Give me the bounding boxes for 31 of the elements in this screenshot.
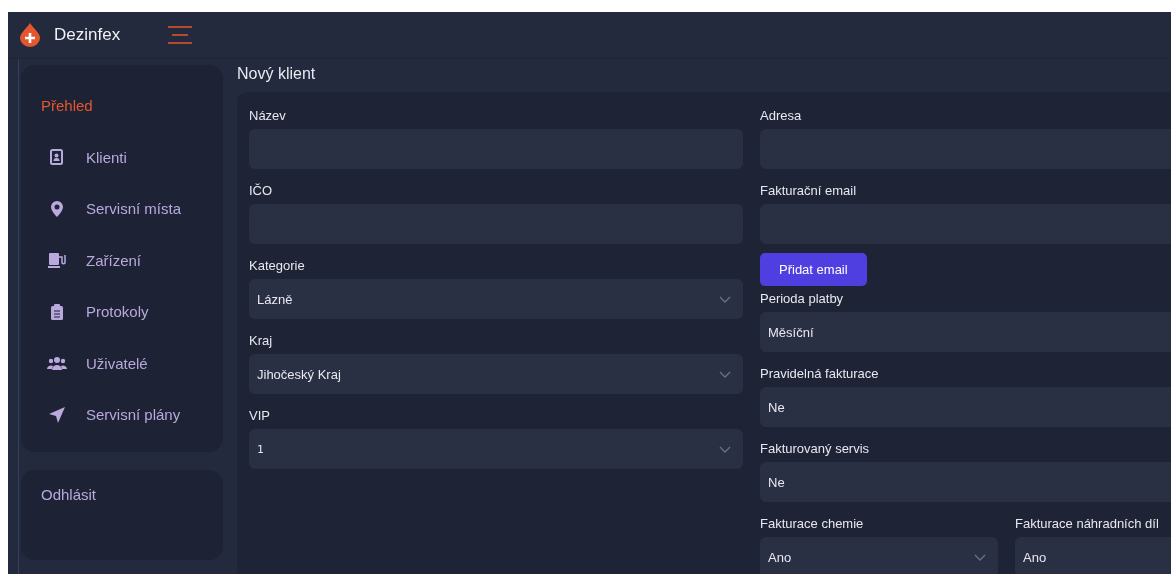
page-title: Nový klient — [237, 64, 317, 84]
select-field[interactable]: Měsíční — [760, 312, 1171, 352]
field-label: VIP — [249, 407, 271, 425]
field-label: Název — [249, 107, 287, 125]
sidebar-item[interactable]: Zařízení — [21, 234, 223, 286]
field-label: Kategorie — [249, 257, 306, 275]
app-name: Dezinfex — [54, 25, 121, 45]
sidebar-item[interactable]: Klienti — [21, 131, 223, 183]
select-field[interactable]: Ano — [1015, 537, 1171, 574]
add-email-button[interactable]: Přidat email — [760, 253, 867, 286]
sidebar-item[interactable]: Servisní místa — [21, 183, 223, 235]
select-field[interactable]: Lázně — [249, 279, 743, 319]
field-label: Fakturace chemie — [760, 515, 865, 533]
select-field[interactable]: Ne — [760, 462, 1171, 502]
select-field[interactable]: Ne — [760, 387, 1171, 427]
field-label: Fakturace náhradních díl — [1015, 515, 1160, 533]
field-label: Adresa — [760, 107, 803, 125]
sidebar-item[interactable]: Servisní plány — [21, 389, 223, 441]
field-label: Fakturovaný servis — [760, 440, 871, 458]
field-label: Pravidelná fakturace — [760, 365, 880, 383]
field-label: IČO — [249, 182, 274, 200]
select-field[interactable]: Ano — [760, 537, 998, 574]
sidebar-item[interactable]: Uživatelé — [21, 337, 223, 389]
field-label: Fakturační email — [760, 182, 858, 200]
sidebar-item[interactable]: Protokoly — [21, 286, 223, 338]
select-field[interactable]: 1 — [249, 429, 743, 469]
sidebar-item[interactable]: Přehled — [21, 80, 223, 132]
field-label: Kraj — [249, 332, 274, 350]
select-field[interactable]: Jihočeský Kraj — [249, 354, 743, 394]
logout-link[interactable]: Odhlásit — [21, 470, 223, 518]
field-label: Perioda platby — [760, 290, 845, 308]
